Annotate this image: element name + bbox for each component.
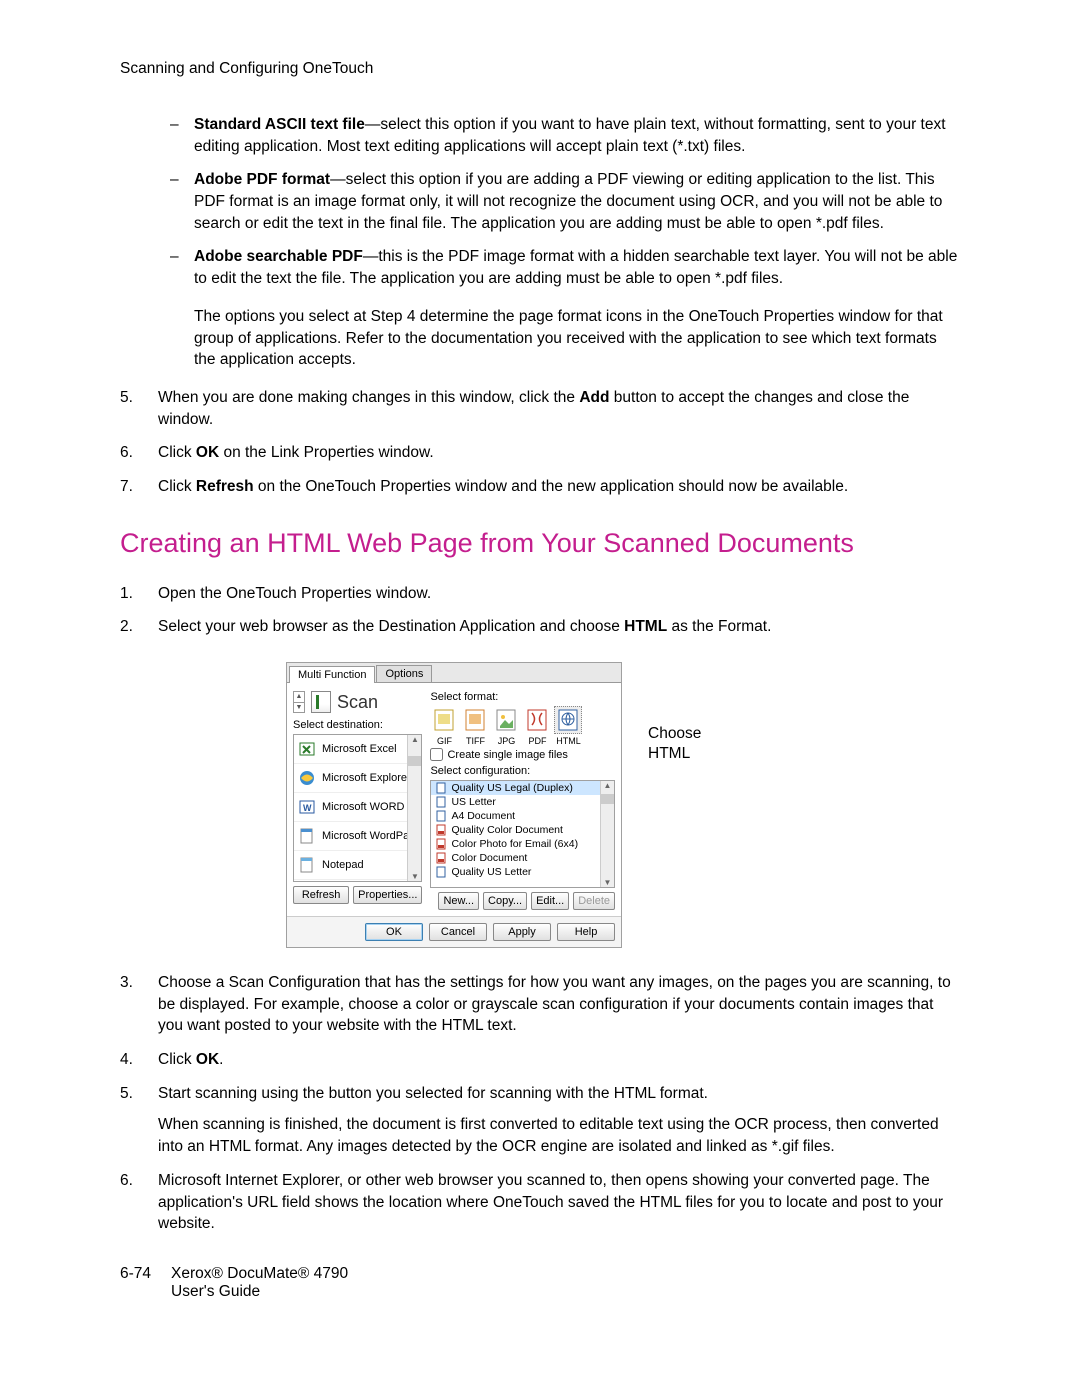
scroll-up-icon[interactable]: ▲ <box>601 781 614 790</box>
apply-button[interactable]: Apply <box>493 923 551 941</box>
footer-product: Xerox® DocuMate® 4790 <box>171 1265 348 1283</box>
dialog-tabs: Multi Function Options <box>287 663 621 683</box>
cfg-item[interactable]: Quality US Legal (Duplex) <box>431 781 614 795</box>
onetouch-dialog: Multi Function Options ▲ ▼ Scan Select d… <box>286 662 622 948</box>
scroll-down-icon[interactable]: ▼ <box>601 878 614 887</box>
step-b4: 4. Click OK. <box>120 1049 960 1071</box>
scroll-up-icon[interactable]: ▲ <box>408 735 421 744</box>
step-b5: 5. Start scanning using the button you s… <box>120 1083 960 1158</box>
page-footer: 6-74 Xerox® DocuMate® 4790 User's Guide <box>120 1265 960 1301</box>
cancel-button[interactable]: Cancel <box>429 923 487 941</box>
callout-choose-html: Choose HTML <box>648 724 701 764</box>
copy-button[interactable]: Copy... <box>483 892 527 910</box>
format-pdf-icon[interactable] <box>523 706 551 734</box>
bullet-pdf: Adobe PDF format—select this option if y… <box>170 169 960 234</box>
tab-multi-function[interactable]: Multi Function <box>289 666 375 683</box>
new-button[interactable]: New... <box>438 892 479 910</box>
page-icon <box>435 796 447 808</box>
svg-text:W: W <box>303 803 312 813</box>
section-heading: Creating an HTML Web Page from Your Scan… <box>120 528 960 559</box>
dest-item-wordpad[interactable]: Microsoft WordPad <box>294 822 421 851</box>
properties-button[interactable]: Properties... <box>353 886 422 904</box>
excel-icon <box>298 740 316 758</box>
page-icon <box>435 782 447 794</box>
page-color-icon <box>435 852 447 864</box>
bullet-ascii: Standard ASCII text file—select this opt… <box>170 114 960 157</box>
format-labels-row: GIF TIFF JPG PDF HTML <box>430 736 615 746</box>
scroll-thumb[interactable] <box>408 756 421 766</box>
word-icon: W <box>298 798 316 816</box>
scan-label: Scan <box>337 692 378 713</box>
format-jpg-icon[interactable] <box>492 706 520 734</box>
destination-list[interactable]: Microsoft Excel Microsoft Explorer W Mic… <box>293 734 422 882</box>
format-gif-icon[interactable] <box>430 706 458 734</box>
wordpad-icon <box>298 827 316 845</box>
tab-options[interactable]: Options <box>376 665 432 682</box>
step-6: 6. Click OK on the Link Properties windo… <box>120 442 960 464</box>
step-b1: 1. Open the OneTouch Properties window. <box>120 583 960 605</box>
steps-list-b1: 1. Open the OneTouch Properties window. … <box>120 583 960 638</box>
scan-spinner[interactable]: ▲ ▼ <box>293 691 305 713</box>
scroll-down-icon[interactable]: ▼ <box>408 872 421 881</box>
cfg-item[interactable]: Quality Color Document <box>431 823 614 837</box>
page-color-icon <box>435 824 447 836</box>
page-icon <box>435 810 447 822</box>
page-number: 6-74 <box>120 1265 151 1301</box>
steps-list-a: 5. When you are done making changes in t… <box>120 387 960 498</box>
format-bullet-list: Standard ASCII text file—select this opt… <box>170 114 960 290</box>
step-5: 5. When you are done making changes in t… <box>120 387 960 430</box>
bullet-spdf: Adobe searchable PDF—this is the PDF ima… <box>170 246 960 289</box>
chevron-down-icon[interactable]: ▼ <box>294 703 304 713</box>
refresh-button[interactable]: Refresh <box>293 886 349 904</box>
follow-paragraph: The options you select at Step 4 determi… <box>194 306 960 371</box>
footer-guide: User's Guide <box>171 1283 348 1301</box>
page-icon <box>435 866 447 878</box>
dest-item-notepad[interactable]: Notepad <box>294 851 421 880</box>
scroll-thumb[interactable] <box>601 794 614 804</box>
cfg-item[interactable]: Color Document <box>431 851 614 865</box>
chevron-up-icon[interactable]: ▲ <box>294 692 304 703</box>
dest-item-explorer[interactable]: Microsoft Explorer <box>294 764 421 793</box>
dest-item-word[interactable]: W Microsoft WORD <box>294 793 421 822</box>
ok-button[interactable]: OK <box>365 923 423 941</box>
cfg-scrollbar[interactable]: ▲ ▼ <box>600 781 614 887</box>
format-icons-row <box>430 706 615 734</box>
select-format-label: Select format: <box>430 691 615 703</box>
notepad-icon <box>298 856 316 874</box>
page-header: Scanning and Configuring OneTouch <box>120 60 960 78</box>
dest-item-excel[interactable]: Microsoft Excel <box>294 735 421 764</box>
step-b3: 3. Choose a Scan Configuration that has … <box>120 972 960 1037</box>
step-b2: 2. Select your web browser as the Destin… <box>120 616 960 638</box>
create-single-checkbox-row[interactable]: Create single image files <box>430 748 615 761</box>
steps-list-b2: 3. Choose a Scan Configuration that has … <box>120 972 960 1235</box>
help-button[interactable]: Help <box>557 923 615 941</box>
cfg-item[interactable]: US Letter <box>431 795 614 809</box>
page-color-icon <box>435 838 447 850</box>
edit-button[interactable]: Edit... <box>531 892 569 910</box>
create-single-checkbox[interactable] <box>430 748 443 761</box>
ie-icon <box>298 769 316 787</box>
step-b5-followup: When scanning is finished, the document … <box>158 1114 960 1157</box>
dialog-bottom-buttons: OK Cancel Apply Help <box>287 916 621 947</box>
cfg-item[interactable]: Color Photo for Email (6x4) <box>431 837 614 851</box>
format-html-icon[interactable] <box>554 706 582 734</box>
step-b6: 6. Microsoft Internet Explorer, or other… <box>120 1170 960 1235</box>
cfg-item[interactable]: Quality US Letter <box>431 865 614 879</box>
format-tiff-icon[interactable] <box>461 706 489 734</box>
select-destination-label: Select destination: <box>293 719 422 731</box>
configuration-list[interactable]: Quality US Legal (Duplex) US Letter <box>430 780 615 888</box>
scan-icon <box>311 691 331 713</box>
cfg-item[interactable]: A4 Document <box>431 809 614 823</box>
dialog-screenshot-wrap: Multi Function Options ▲ ▼ Scan Select d… <box>286 662 960 948</box>
dest-scrollbar[interactable]: ▲ ▼ <box>407 735 421 881</box>
select-configuration-label: Select configuration: <box>430 765 615 777</box>
dest-item-acrobat[interactable]: Acrobat Reader 9.0 <box>294 880 421 882</box>
step-7: 7. Click Refresh on the OneTouch Propert… <box>120 476 960 498</box>
delete-button[interactable]: Delete <box>573 892 615 910</box>
